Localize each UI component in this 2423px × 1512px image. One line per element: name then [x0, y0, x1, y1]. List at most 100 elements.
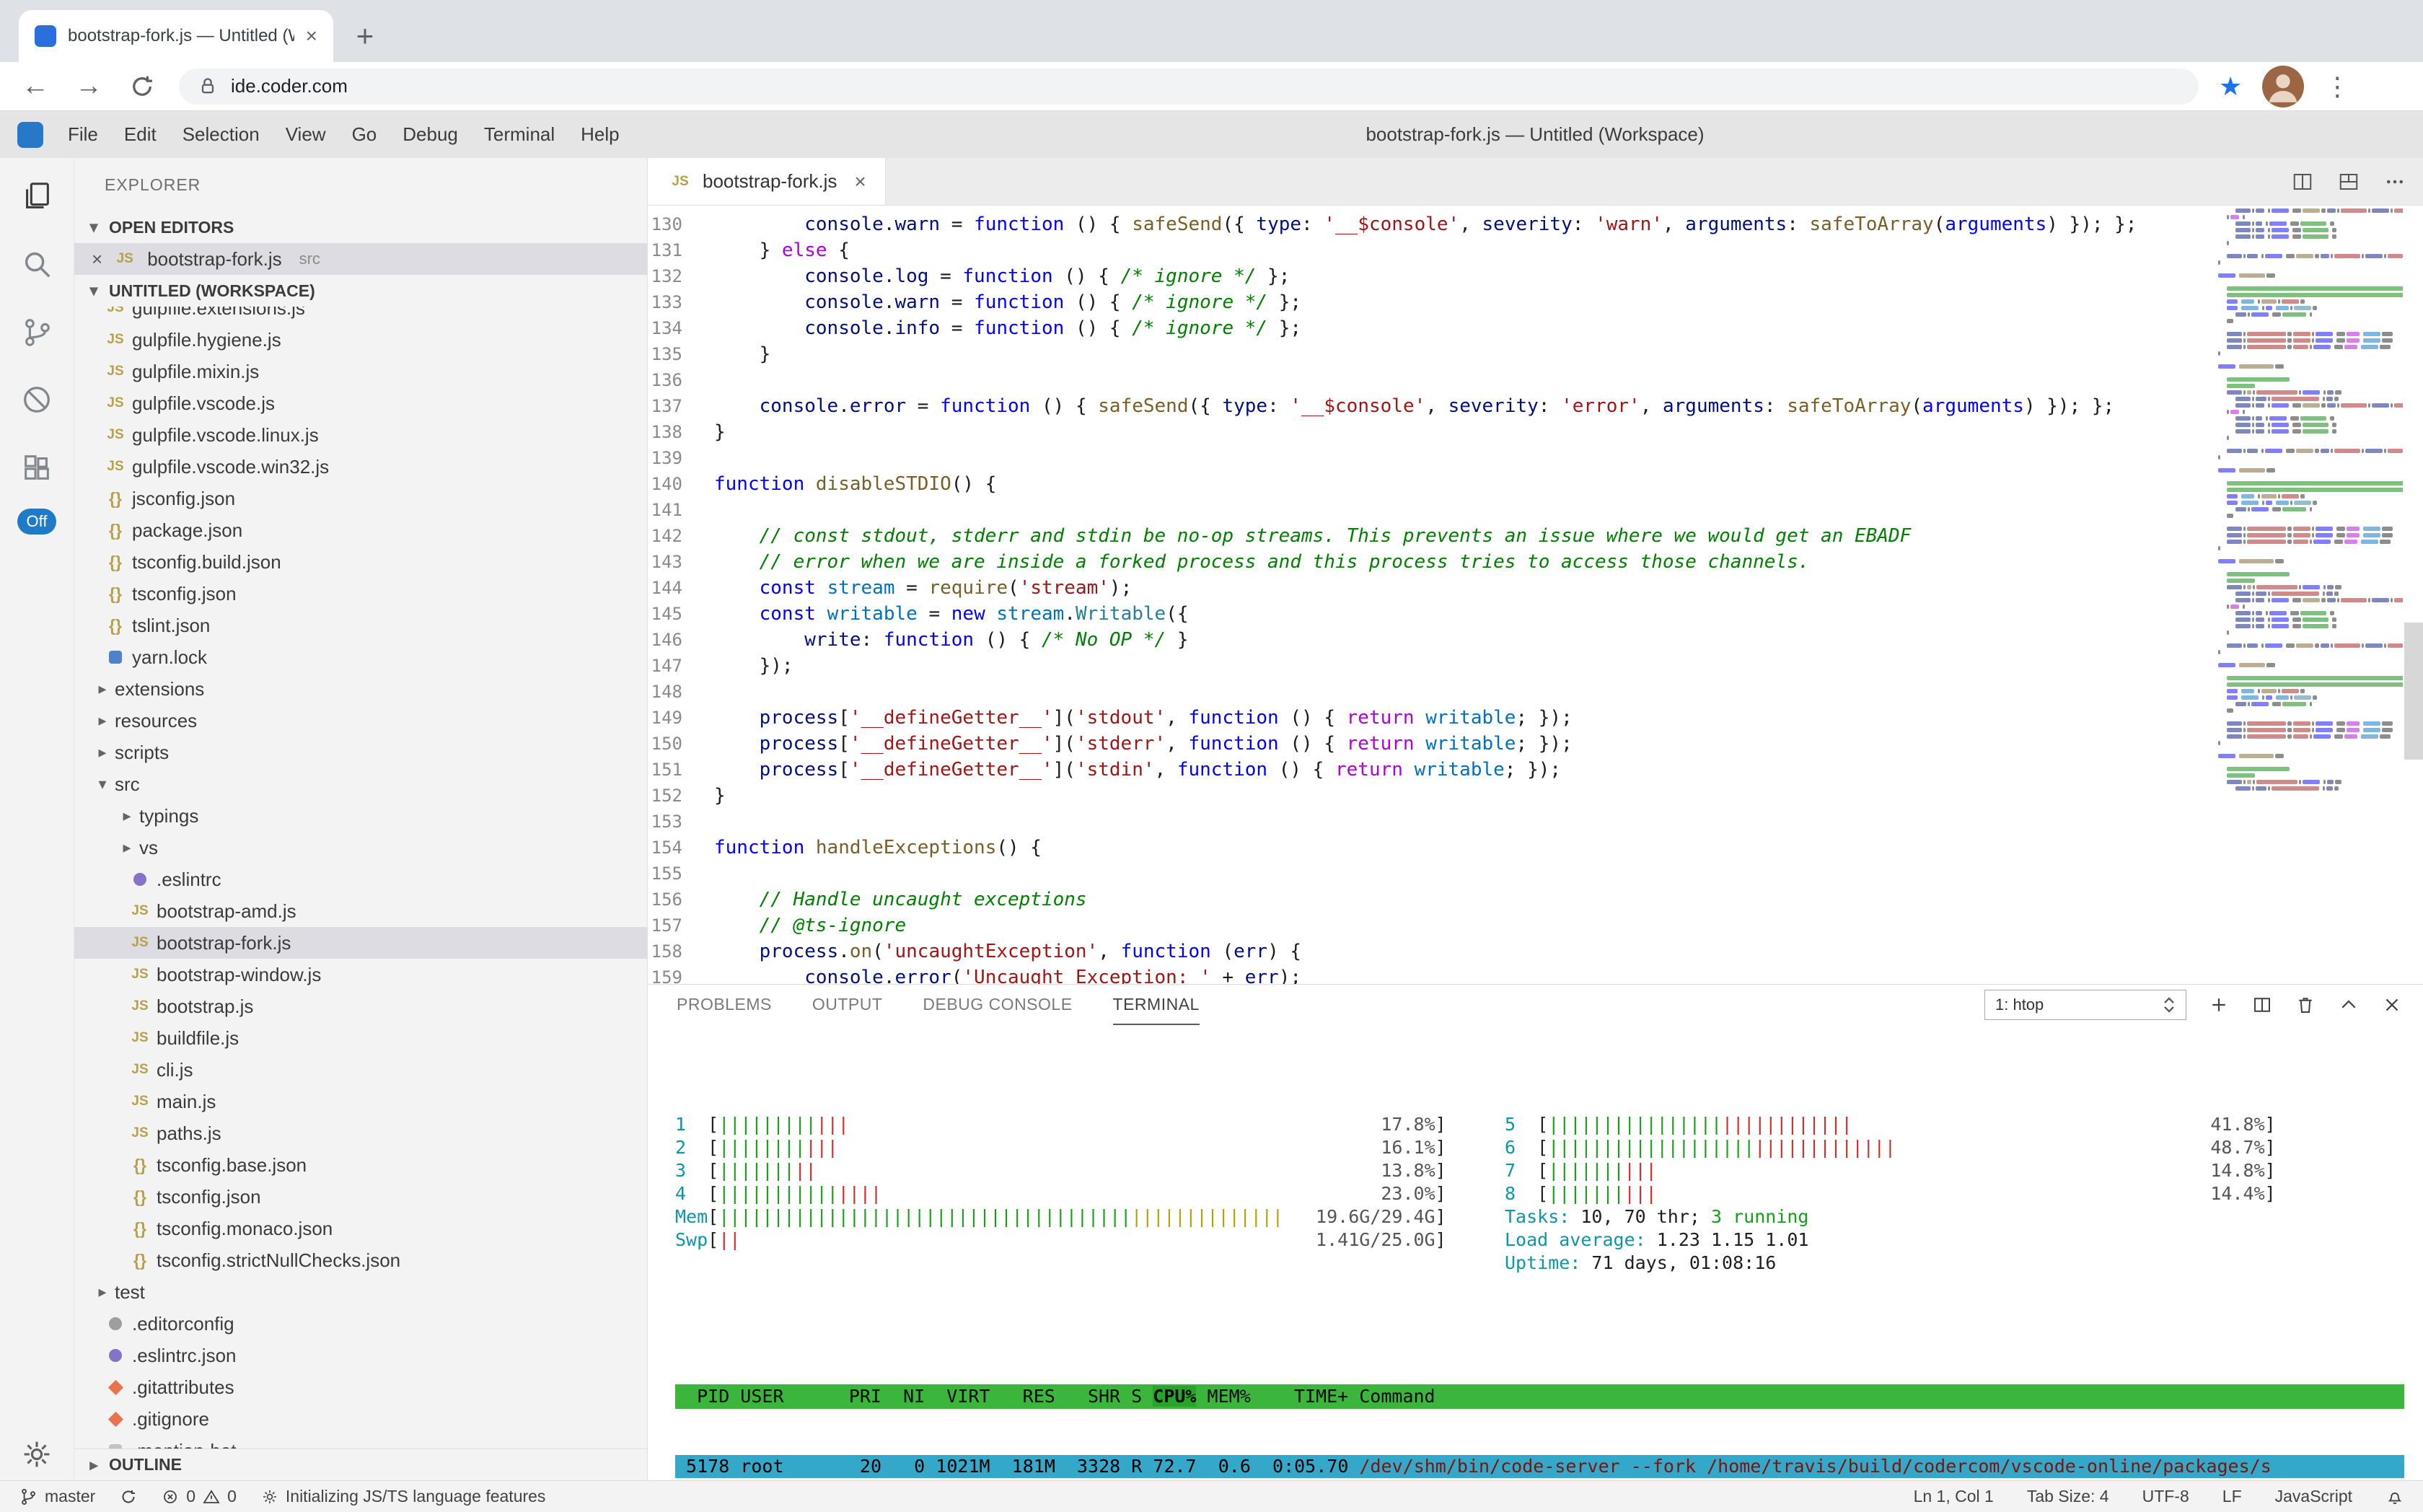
tree-item-bootstrap-window.js[interactable]: JSbootstrap-window.js	[74, 959, 647, 990]
tree-item-.eslintrc.json[interactable]: .eslintrc.json	[74, 1340, 647, 1371]
tree-item-typings[interactable]: ▸typings	[74, 800, 647, 832]
close-panel-icon[interactable]	[2381, 994, 2403, 1016]
tree-item-gulpfile.extensions.js[interactable]: JSgulpfile.extensions.js	[74, 307, 647, 324]
settings-gear-icon[interactable]	[21, 1438, 53, 1470]
tree-item-src[interactable]: ▾src	[74, 768, 647, 800]
menu-item-help[interactable]: Help	[568, 111, 632, 158]
tree-item-scripts[interactable]: ▸scripts	[74, 737, 647, 768]
tree-item-resources[interactable]: ▸resources	[74, 705, 647, 737]
language-mode[interactable]: JavaScript	[2275, 1487, 2352, 1506]
tree-item-.eslintrc[interactable]: .eslintrc	[74, 863, 647, 895]
menu-item-go[interactable]: Go	[339, 111, 390, 158]
url-text[interactable]: ide.coder.com	[231, 75, 348, 97]
tree-item-.gitattributes[interactable]: .gitattributes	[74, 1371, 647, 1403]
tree-item-bootstrap.js[interactable]: JSbootstrap.js	[74, 990, 647, 1022]
panel-tab-output[interactable]: OUTPUT	[812, 985, 883, 1025]
menu-item-debug[interactable]: Debug	[390, 111, 471, 158]
tree-item-tsconfig.json[interactable]: {}tsconfig.json	[74, 578, 647, 610]
menu-item-selection[interactable]: Selection	[170, 111, 273, 158]
tree-item-yarn.lock[interactable]: yarn.lock	[74, 641, 647, 673]
tree-item-.editorconfig[interactable]: .editorconfig	[74, 1308, 647, 1340]
tree-item-gulpfile.vscode.win32.js[interactable]: JSgulpfile.vscode.win32.js	[74, 451, 647, 483]
terminal-select[interactable]: 1: htop	[1984, 990, 2186, 1020]
tree-item-paths.js[interactable]: JSpaths.js	[74, 1117, 647, 1149]
tree-item-test[interactable]: ▸test	[74, 1276, 647, 1308]
reload-icon[interactable]	[126, 70, 159, 103]
more-actions-icon[interactable]	[2384, 171, 2406, 193]
forward-icon[interactable]: →	[72, 70, 105, 103]
tree-item-extensions[interactable]: ▸extensions	[74, 673, 647, 705]
htop-row-5178[interactable]: 5178 root 20 0 1021M 181M 3328 R 72.7 0.…	[675, 1455, 2404, 1478]
open-editor-item[interactable]: × JS bootstrap-fork.js src	[74, 243, 647, 275]
tree-item-bootstrap-amd.js[interactable]: JSbootstrap-amd.js	[74, 895, 647, 927]
avatar[interactable]	[2262, 66, 2304, 107]
close-icon[interactable]: ×	[92, 248, 102, 271]
tree-item-tsconfig.monaco.json[interactable]: {}tsconfig.monaco.json	[74, 1213, 647, 1244]
sync-button[interactable]	[120, 1488, 137, 1506]
close-icon[interactable]: ×	[854, 170, 866, 193]
tree-item-vs[interactable]: ▸vs	[74, 832, 647, 863]
tree-item-gulpfile.vscode.js[interactable]: JSgulpfile.vscode.js	[74, 387, 647, 419]
cpu-meter-3: 3 [||||||||| 13.8%]	[675, 1159, 1505, 1182]
panel-tab-terminal[interactable]: TERMINAL	[1113, 985, 1200, 1025]
json-file-icon: {}	[126, 1251, 154, 1270]
tree-item-main.js[interactable]: JSmain.js	[74, 1086, 647, 1117]
minimap[interactable]	[2218, 208, 2403, 806]
tree-item-gulpfile.hygiene.js[interactable]: JSgulpfile.hygiene.js	[74, 324, 647, 356]
explorer-icon[interactable]	[0, 162, 74, 230]
tree-item-gulpfile.mixin.js[interactable]: JSgulpfile.mixin.js	[74, 356, 647, 387]
back-icon[interactable]: ←	[19, 70, 52, 103]
tree-item-package.json[interactable]: {}package.json	[74, 514, 647, 546]
branch-indicator[interactable]: master	[19, 1487, 95, 1506]
tree-item-tsconfig.base.json[interactable]: {}tsconfig.base.json	[74, 1149, 647, 1181]
outline-header[interactable]: ▸ OUTLINE	[74, 1449, 647, 1480]
menu-item-terminal[interactable]: Terminal	[471, 111, 568, 158]
editor-scrollbar[interactable]	[2404, 623, 2423, 760]
code-editor[interactable]: 130 console.warn = function () { safeSen…	[648, 206, 2423, 984]
open-editors-header[interactable]: ▾ OPEN EDITORS	[74, 211, 647, 243]
split-terminal-icon[interactable]	[2251, 994, 2273, 1016]
tree-item-bootstrap-fork.js[interactable]: JSbootstrap-fork.js	[74, 927, 647, 959]
off-badge[interactable]: Off	[17, 509, 57, 535]
search-icon[interactable]	[0, 230, 74, 298]
kill-terminal-icon[interactable]	[2295, 994, 2316, 1016]
browser-menu-icon[interactable]: ⋮	[2324, 71, 2350, 102]
tree-item-tslint.json[interactable]: {}tslint.json	[74, 610, 647, 641]
problems-indicator[interactable]: 0 0	[162, 1487, 237, 1506]
menu-item-file[interactable]: File	[55, 111, 111, 158]
panel-tab-problems[interactable]: PROBLEMS	[677, 985, 772, 1025]
terminal[interactable]: 1 [|||||||||||| 17.8%]2 [||||||||||| 16.…	[648, 1025, 2423, 1480]
menu-item-view[interactable]: View	[273, 111, 339, 158]
browser-tab[interactable]: bootstrap-fork.js — Untitled (W ×	[19, 10, 333, 62]
tree-item-buildfile.js[interactable]: JSbuildfile.js	[74, 1022, 647, 1054]
tree-item-.mention-bot[interactable]: .mention-bot	[74, 1435, 647, 1449]
tree-item-tsconfig.strictNullChecks.json[interactable]: {}tsconfig.strictNullChecks.json	[74, 1244, 647, 1276]
maximize-panel-icon[interactable]	[2338, 994, 2360, 1016]
address-bar[interactable]: ide.coder.com	[179, 69, 2199, 105]
new-terminal-icon[interactable]	[2208, 994, 2230, 1016]
tab-size[interactable]: Tab Size: 4	[2027, 1487, 2109, 1506]
debug-disabled-icon[interactable]	[0, 366, 74, 434]
workspace-header[interactable]: ▾ UNTITLED (WORKSPACE)	[74, 275, 647, 307]
split-editor-icon[interactable]	[2292, 171, 2313, 193]
cursor-position[interactable]: Ln 1, Col 1	[1914, 1487, 1994, 1506]
tree-item-jsconfig.json[interactable]: {}jsconfig.json	[74, 483, 647, 514]
menu-item-edit[interactable]: Edit	[111, 111, 170, 158]
panel-tab-debug-console[interactable]: DEBUG CONSOLE	[923, 985, 1072, 1025]
tree-item-cli.js[interactable]: JScli.js	[74, 1054, 647, 1086]
warning-icon	[203, 1488, 220, 1506]
notifications-bell-icon[interactable]	[2385, 1487, 2404, 1506]
tree-item-gulpfile.vscode.linux.js[interactable]: JSgulpfile.vscode.linux.js	[74, 419, 647, 451]
tree-item-tsconfig.json[interactable]: {}tsconfig.json	[74, 1181, 647, 1213]
eol[interactable]: LF	[2222, 1487, 2242, 1506]
editor-layout-icon[interactable]	[2338, 171, 2360, 193]
bookmark-star-icon[interactable]: ★	[2219, 74, 2242, 100]
tree-item-tsconfig.build.json[interactable]: {}tsconfig.build.json	[74, 546, 647, 578]
editor-tab[interactable]: JS bootstrap-fork.js ×	[648, 158, 886, 205]
tree-item-.gitignore[interactable]: .gitignore	[74, 1403, 647, 1435]
source-control-icon[interactable]	[0, 298, 74, 366]
extensions-icon[interactable]	[0, 434, 74, 501]
new-tab-button[interactable]: +	[345, 16, 385, 56]
tab-close-icon[interactable]: ×	[306, 25, 317, 48]
encoding[interactable]: UTF-8	[2142, 1487, 2189, 1506]
